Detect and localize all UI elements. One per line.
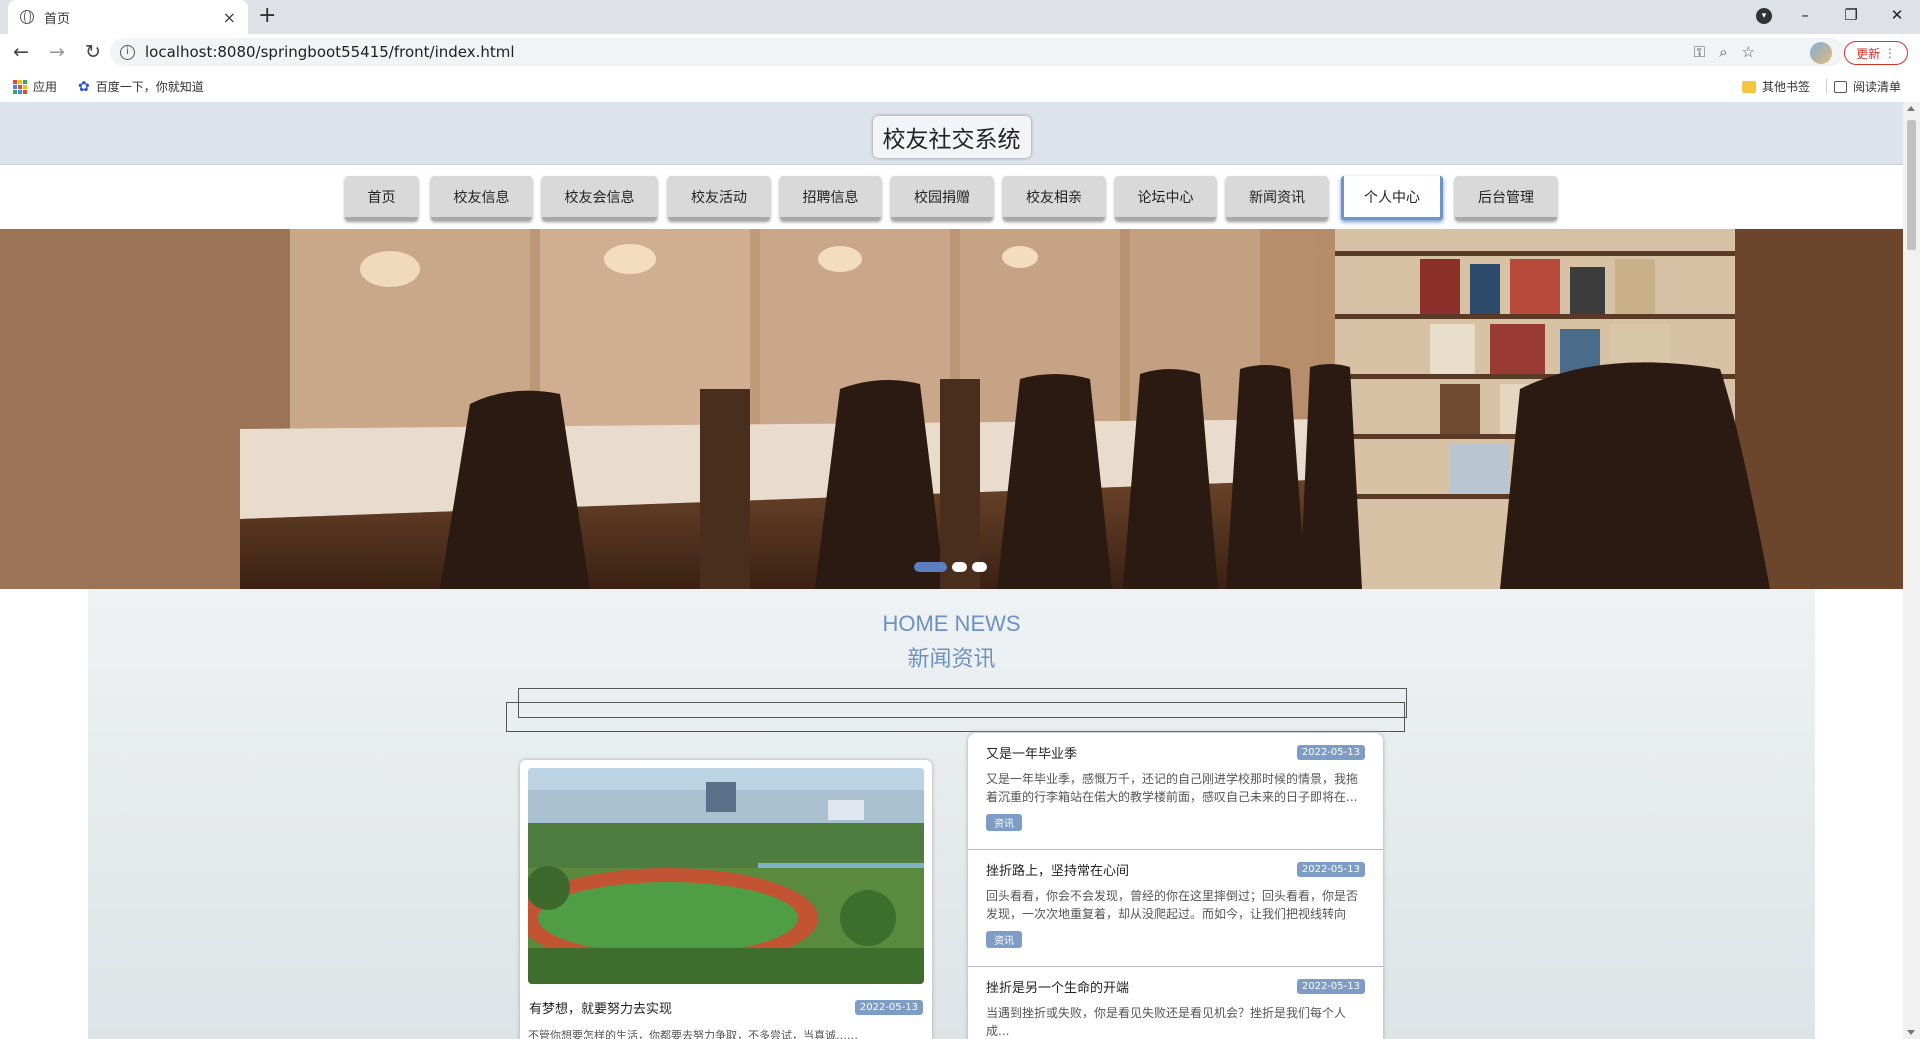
banner-carousel[interactable] — [0, 229, 1903, 589]
zoom-icon[interactable]: ⌕ — [1719, 43, 1727, 61]
main-nav: 首页 校友信息 校友会信息 校友活动 招聘信息 校园捐赠 校友相亲 论坛中心 新… — [0, 165, 1903, 229]
bookmarks-bar: 应用 ✿ 百度一下，你就知道 其他书签 阅读清单 — [0, 70, 1920, 100]
nav-recruitment[interactable]: 招聘信息 — [780, 176, 881, 220]
reading-list-icon — [1834, 80, 1847, 93]
news-list-item[interactable]: 又是一年毕业季 2022-05-13 又是一年毕业季，感慨万千，还记的自己刚进学… — [968, 733, 1383, 850]
news-heading-en: HOME NEWS — [882, 611, 1021, 636]
update-label: 更新 — [1856, 46, 1881, 61]
carousel-dots — [914, 562, 987, 572]
decorative-frame-offset — [506, 702, 1405, 732]
reload-icon[interactable]: ↻ — [78, 41, 108, 63]
news-list-item[interactable]: 挫折路上，坚持常在心间 2022-05-13 回头看看，你会不会发现，曾经的你在… — [968, 850, 1383, 967]
globe-icon — [20, 10, 34, 24]
news-item-desc: 当遇到挫折或失败，你是看见失败还是看见机会？挫折是我们每个人成... — [986, 1006, 1347, 1038]
nav-dating[interactable]: 校友相亲 — [1003, 176, 1105, 220]
featured-news-image — [528, 768, 924, 984]
carousel-dot-1[interactable] — [914, 562, 947, 572]
bookmark-other-label: 其他书签 — [1762, 80, 1811, 94]
site-info-icon[interactable]: i — [120, 44, 135, 60]
bookmark-separator — [1826, 79, 1827, 93]
browser-tab-strip: 首页 × + ▾ – ❐ ✕ — [0, 0, 1920, 34]
scroll-up-arrow-icon[interactable] — [1907, 106, 1915, 111]
key-icon[interactable]: ⚿ — [1694, 43, 1705, 61]
bookmark-baidu-label: 百度一下，你就知道 — [95, 80, 204, 94]
restore-button[interactable]: ❐ — [1828, 0, 1874, 30]
featured-news-card[interactable]: 有梦想，就要努力去实现 2022-05-13 不管你想要怎样的生活，你都要去努力… — [520, 760, 932, 1039]
bookmark-apps[interactable]: 应用 — [13, 78, 57, 95]
news-item-date: 2022-05-13 — [1296, 979, 1365, 994]
site-header: 校友社交系统 — [0, 102, 1903, 165]
news-heading-cn: 新闻资讯 — [907, 647, 996, 672]
tab-search-icon[interactable]: ▾ — [1756, 8, 1772, 24]
bookmark-other[interactable]: 其他书签 — [1742, 78, 1810, 95]
news-item-desc: 回头看看，你会不会发现，曾经的你在这里摔倒过；回头看看，你是否发现，一次次地重复… — [986, 889, 1359, 921]
nav-personal-center[interactable]: 个人中心 — [1341, 176, 1443, 220]
profile-avatar[interactable] — [1810, 42, 1832, 64]
news-item-date: 2022-05-13 — [1296, 862, 1365, 877]
bookmark-reader[interactable]: 阅读清单 — [1834, 78, 1901, 95]
news-list: 又是一年毕业季 2022-05-13 又是一年毕业季，感慨万千，还记的自己刚进学… — [968, 733, 1383, 1039]
folder-icon — [1742, 80, 1756, 93]
nav-forum[interactable]: 论坛中心 — [1115, 176, 1216, 220]
window-controls: – ❐ ✕ — [1782, 0, 1920, 30]
nav-admin[interactable]: 后台管理 — [1455, 176, 1557, 220]
news-section: HOME NEWS 新闻资讯 有梦想，就要努力去实现 2022-05-13 不管… — [88, 589, 1815, 1039]
carousel-dot-2[interactable] — [952, 562, 967, 572]
scroll-down-arrow-icon[interactable] — [1907, 1030, 1915, 1035]
close-window-button[interactable]: ✕ — [1874, 0, 1920, 30]
browser-toolbar: ← → ↻ i localhost:8080/springboot55415/f… — [0, 34, 1920, 70]
featured-news-date: 2022-05-13 — [854, 1000, 923, 1015]
minimize-button[interactable]: – — [1782, 0, 1828, 30]
news-item-tag: 资讯 — [986, 814, 1022, 831]
featured-news-desc: 不管你想要怎样的生活，你都要去努力争取，不多尝试，当真诚…… — [528, 1029, 858, 1039]
tab-title: 首页 — [44, 11, 71, 27]
featured-news-title: 有梦想，就要努力去实现 — [529, 1002, 673, 1017]
tab-close-icon[interactable]: × — [223, 8, 236, 27]
news-item-tag: 资讯 — [986, 931, 1022, 948]
scrollbar-thumb[interactable] — [1907, 120, 1916, 250]
banner-image — [0, 229, 1903, 589]
news-item-date: 2022-05-13 — [1296, 745, 1365, 760]
address-bar[interactable]: i localhost:8080/springboot55415/front/i… — [110, 38, 1845, 66]
news-list-item[interactable]: 挫折是另一个生命的开端 2022-05-13 当遇到挫折或失败，你是看见失败还是… — [968, 967, 1383, 1039]
nav-news[interactable]: 新闻资讯 — [1226, 176, 1328, 220]
bookmark-reader-label: 阅读清单 — [1853, 80, 1902, 94]
site-title: 校友社交系统 — [872, 116, 1031, 158]
apps-grid-icon — [13, 79, 27, 94]
back-icon[interactable]: ← — [6, 41, 36, 63]
baidu-paw-icon: ✿ — [78, 78, 90, 95]
forward-icon[interactable]: → — [42, 41, 72, 63]
news-item-desc: 又是一年毕业季，感慨万千，还记的自己刚进学校那时候的情景，我拖着沉重的行李箱站在… — [986, 772, 1359, 804]
bookmark-apps-label: 应用 — [33, 80, 58, 94]
url-text: localhost:8080/springboot55415/front/ind… — [145, 43, 515, 61]
bookmark-baidu[interactable]: ✿ 百度一下，你就知道 — [78, 78, 204, 95]
carousel-dot-3[interactable] — [972, 562, 987, 572]
update-button[interactable]: 更新 ⋮ — [1844, 41, 1908, 65]
nav-home[interactable]: 首页 — [345, 176, 418, 220]
page-viewport: 校友社交系统 首页 校友信息 校友会信息 校友活动 招聘信息 校园捐赠 校友相亲… — [0, 102, 1903, 1039]
nav-alumni-info[interactable]: 校友信息 — [431, 176, 532, 220]
page-scrollbar[interactable] — [1903, 102, 1920, 1039]
nav-alumni-activities[interactable]: 校友活动 — [668, 176, 770, 220]
new-tab-button[interactable]: + — [258, 3, 276, 28]
nav-alumni-association[interactable]: 校友会信息 — [542, 176, 657, 220]
bookmark-star-icon[interactable]: ☆ — [1742, 43, 1755, 61]
browser-tab[interactable]: 首页 × — [8, 0, 248, 34]
nav-donation[interactable]: 校园捐赠 — [891, 176, 993, 220]
